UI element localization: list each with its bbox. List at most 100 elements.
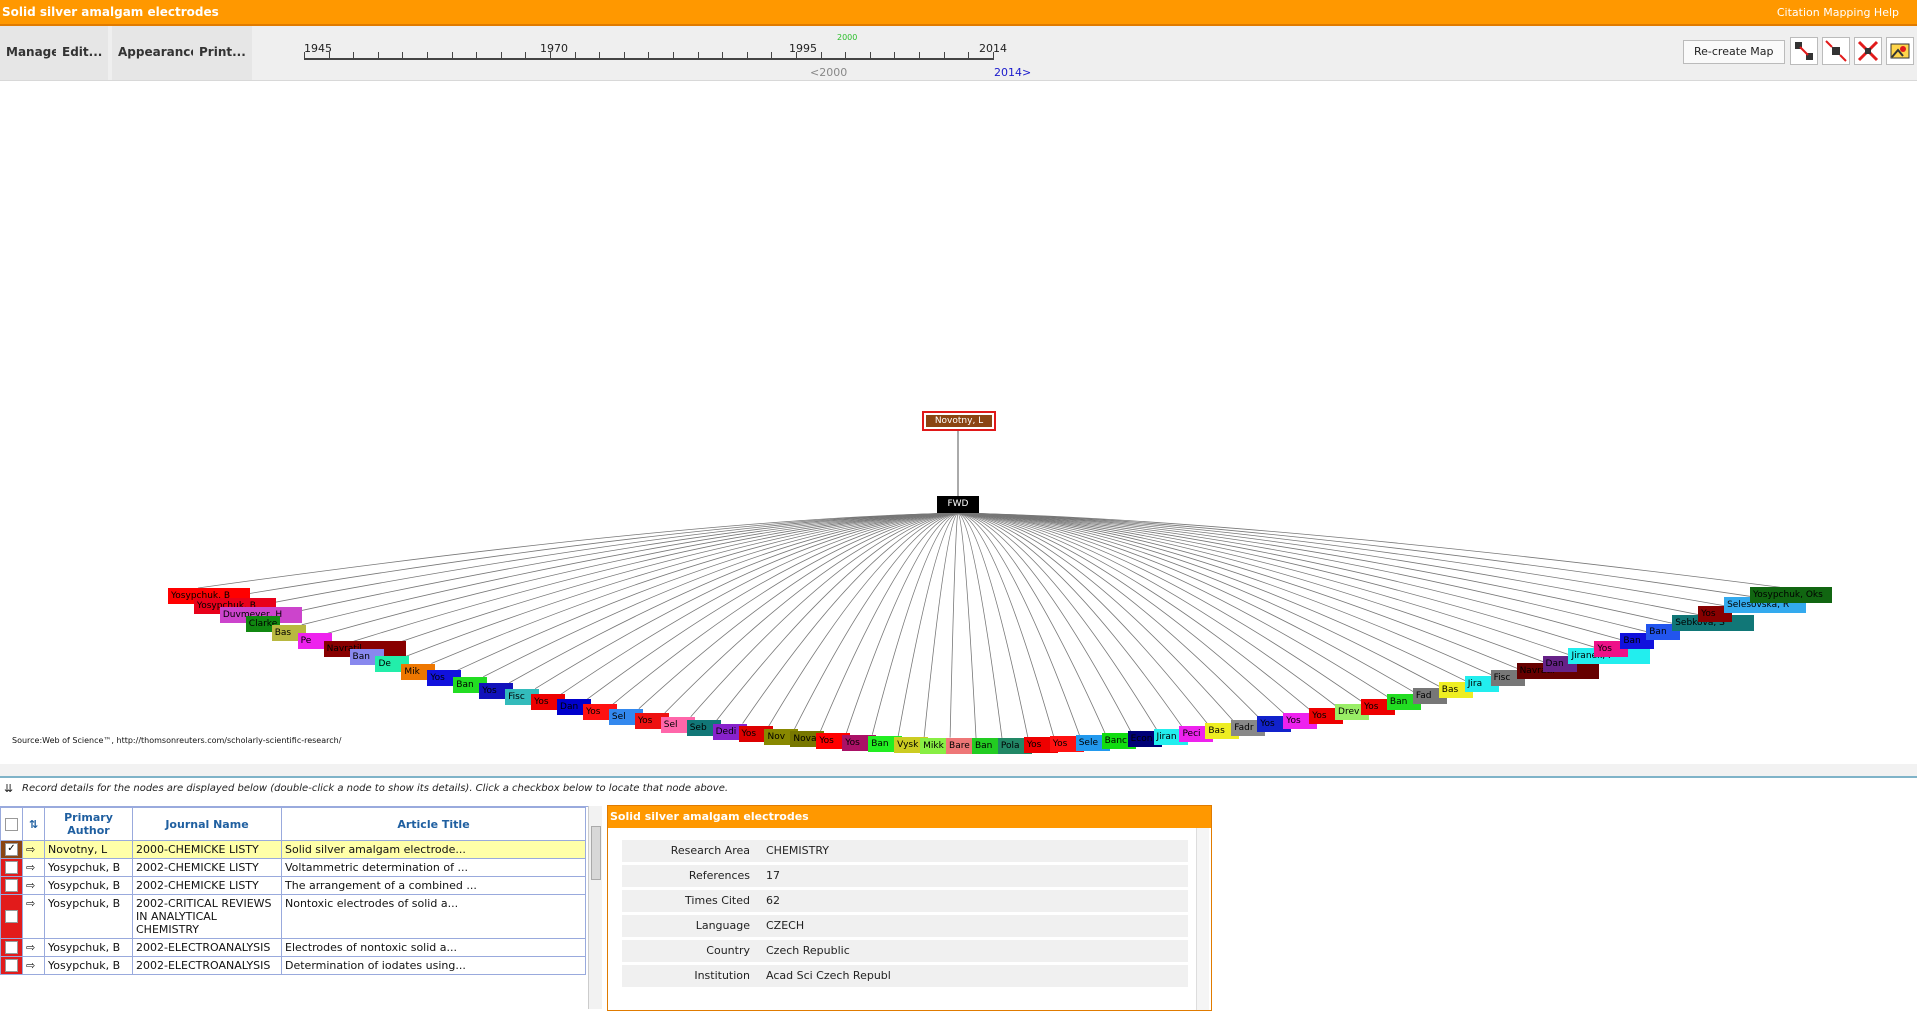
timeline-tick — [500, 52, 502, 58]
cell-author: Yosypchuk, B — [44, 876, 133, 895]
cell-title: Determination of iodates using... — [281, 956, 586, 975]
row-checkbox[interactable] — [5, 959, 18, 973]
records-scrollbar[interactable] — [588, 806, 602, 1009]
column-header-journal[interactable]: Journal Name — [132, 807, 282, 841]
collapse-nodes-icon[interactable] — [1822, 37, 1850, 65]
records-table: ⇅ Primary Author Journal Name Article Ti… — [0, 806, 602, 1010]
citation-link — [768, 512, 959, 727]
citation-link — [957, 512, 1132, 734]
row-checkbox[interactable] — [5, 861, 18, 875]
detail-field-label: Country — [706, 944, 750, 957]
citation-link — [957, 512, 1003, 739]
cell-journal: 2002-CRITICAL REVIEWS IN ANALYTICAL CHEM… — [132, 894, 282, 939]
root-node[interactable]: Novotny, L — [922, 411, 996, 431]
table-row[interactable]: ⇨ Yosypchuk, B 2002-CHEMICKE LISTY Voltamme… — [0, 858, 586, 877]
timeline-axis — [304, 58, 994, 60]
export-image-icon[interactable] — [1886, 37, 1914, 65]
column-header-author[interactable]: Primary Author — [44, 807, 133, 841]
cell-author: Yosypchuk, B — [44, 956, 133, 975]
title-bar: Solid silver amalgam electrodes Citation… — [0, 0, 1917, 26]
source-credit: Source:Web of Science™, http://thomsonre… — [12, 736, 342, 745]
locate-arrow-icon[interactable]: ⇨ — [22, 894, 45, 939]
expand-nodes-icon[interactable] — [1790, 37, 1818, 65]
timeline-tick — [722, 52, 724, 58]
citation-link — [353, 512, 959, 642]
table-row[interactable]: ⇨ Yosypchuk, B 2002-ELECTROANALYSIS Electro… — [0, 938, 586, 957]
detail-field-value: Acad Sci Czech Republ — [766, 969, 891, 982]
row-checkbox[interactable] — [5, 941, 18, 955]
table-row[interactable]: ⇨ Yosypchuk, B 2002-CRITICAL REVIEWS IN AN… — [0, 894, 586, 939]
detail-field-label: Institution — [694, 969, 750, 982]
cell-author: Yosypchuk, B — [44, 858, 133, 877]
cell-journal: 2002-CHEMICKE LISTY — [132, 858, 282, 877]
row-select-cell[interactable] — [0, 938, 23, 957]
table-row[interactable]: ✓ ⇨ Novotny, L 2000-CHEMICKE LISTY Solid sil… — [0, 840, 586, 859]
cell-title: The arrangement of a combined ... — [281, 876, 586, 895]
timeline-tick — [353, 52, 355, 58]
citation-link — [957, 512, 1392, 700]
app-title: Solid silver amalgam electrodes — [2, 5, 219, 19]
citation-link — [612, 512, 959, 705]
menu-appearance[interactable]: Appearance — [112, 26, 205, 80]
row-select-cell[interactable] — [0, 876, 23, 895]
scroll-thumb[interactable] — [591, 826, 601, 880]
detail-field-label: References — [688, 869, 750, 882]
table-row[interactable]: ⇨ Yosypchuk, B 2002-ELECTROANALYSIS Determi… — [0, 956, 586, 975]
timeline-tick — [869, 52, 871, 58]
row-checkbox[interactable]: ✓ — [5, 843, 18, 857]
locate-arrow-icon[interactable]: ⇨ — [22, 858, 45, 877]
locate-arrow-icon[interactable]: ⇨ — [22, 876, 45, 895]
select-all-header[interactable] — [0, 807, 23, 841]
citation-link — [957, 512, 1184, 730]
sort-arrows-icon[interactable]: ⇅ — [29, 818, 38, 831]
row-select-cell[interactable] — [0, 858, 23, 877]
recreate-map-button[interactable]: Re-create Map — [1683, 40, 1785, 64]
cell-title: Solid silver amalgam electrode... — [281, 840, 586, 859]
timeline[interactable]: 1945 1970 1995 2014 2000 <2000 2014> — [300, 26, 1031, 80]
timeline-tick — [771, 52, 773, 58]
timeline-tick — [402, 52, 404, 58]
menu-print[interactable]: Print... — [193, 26, 252, 80]
citation-link — [379, 512, 959, 650]
locate-arrow-icon[interactable]: ⇨ — [22, 840, 45, 859]
citation-link — [586, 512, 959, 700]
cell-journal: 2002-ELECTROANALYSIS — [132, 938, 282, 957]
cell-title: Voltammetric determination of ... — [281, 858, 586, 877]
root-node-label: Novotny, L — [926, 415, 992, 427]
table-row[interactable]: ⇨ Yosypchuk, B 2002-CHEMICKE LISTY The arra… — [0, 876, 586, 895]
detail-field: Country Czech Republic — [622, 940, 1188, 962]
timeline-marker: 2000 — [837, 33, 858, 42]
citation-link — [327, 512, 959, 634]
refresh-header[interactable]: ⇅ — [22, 807, 45, 841]
locate-arrow-icon[interactable]: ⇨ — [22, 938, 45, 957]
forward-node[interactable]: FWD — [937, 496, 979, 513]
citation-link — [957, 512, 1107, 735]
panel-divider[interactable] — [0, 764, 1917, 778]
row-checkbox[interactable] — [5, 910, 18, 924]
locate-arrow-icon[interactable]: ⇨ — [22, 956, 45, 975]
column-header-title[interactable]: Article Title — [281, 807, 586, 841]
menu-edit[interactable]: Edit... — [56, 26, 109, 80]
row-select-cell[interactable]: ✓ — [0, 840, 23, 859]
timeline-year: 2014 — [979, 42, 1007, 55]
timeline-start-handle[interactable]: <2000 — [810, 66, 847, 79]
citing-node[interactable]: Yosypchuk, Oks — [1750, 587, 1832, 604]
detail-field-value: CHEMISTRY — [766, 844, 829, 857]
timeline-tick — [648, 52, 650, 58]
row-select-cell[interactable] — [0, 894, 23, 939]
reset-layout-icon[interactable] — [1854, 37, 1882, 65]
cell-journal: 2000-CHEMICKE LISTY — [132, 840, 282, 859]
timeline-end-handle[interactable]: 2014> — [994, 66, 1031, 79]
detail-scrollbar[interactable] — [1196, 828, 1209, 1010]
detail-field: Institution Acad Sci Czech Republ — [622, 965, 1188, 987]
help-link[interactable]: Citation Mapping Help — [1777, 6, 1899, 19]
row-checkbox[interactable] — [5, 879, 18, 893]
citation-link — [957, 512, 977, 738]
timeline-year: 1995 — [789, 42, 817, 55]
details-info-bar: ⇊ Record details for the nodes are displ… — [0, 778, 1917, 800]
row-select-cell[interactable] — [0, 956, 23, 975]
citation-link — [223, 512, 959, 599]
select-all-checkbox[interactable] — [5, 817, 18, 831]
collapse-chevron-icon[interactable]: ⇊ — [4, 778, 13, 800]
citation-link — [275, 512, 959, 617]
